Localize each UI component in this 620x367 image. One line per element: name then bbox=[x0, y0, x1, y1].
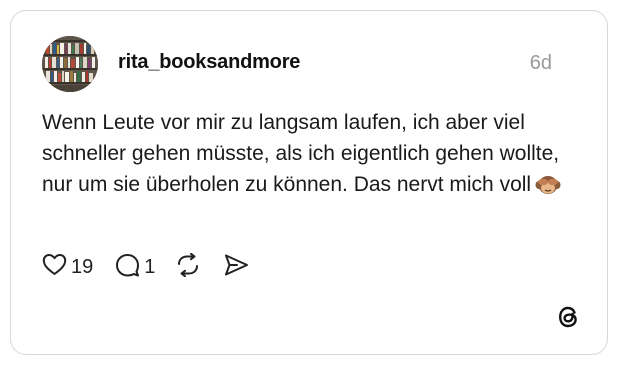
repost-button[interactable] bbox=[175, 252, 201, 282]
like-button[interactable]: 19 bbox=[42, 253, 93, 281]
reply-button[interactable]: 1 bbox=[115, 253, 155, 282]
repost-icon bbox=[175, 252, 201, 282]
post-text: Wenn Leute vor mir zu langsam laufen, ic… bbox=[42, 107, 582, 204]
avatar[interactable] bbox=[42, 36, 98, 92]
timestamp[interactable]: 6d bbox=[530, 52, 552, 75]
action-bar: 19 1 bbox=[42, 252, 249, 282]
post-body: Wenn Leute vor mir zu langsam laufen, ic… bbox=[42, 111, 560, 196]
share-icon bbox=[223, 253, 249, 282]
username[interactable]: rita_booksandmore bbox=[118, 51, 300, 74]
heart-icon bbox=[42, 253, 67, 281]
like-count: 19 bbox=[71, 255, 94, 278]
comment-icon bbox=[115, 253, 140, 282]
post-card[interactable]: rita_booksandmore 6d Wenn Leute vor mir … bbox=[10, 10, 608, 355]
see-no-evil-monkey-icon bbox=[535, 173, 561, 204]
threads-logo-icon[interactable] bbox=[554, 303, 582, 331]
reply-count: 1 bbox=[144, 255, 156, 278]
share-button[interactable] bbox=[223, 253, 249, 282]
